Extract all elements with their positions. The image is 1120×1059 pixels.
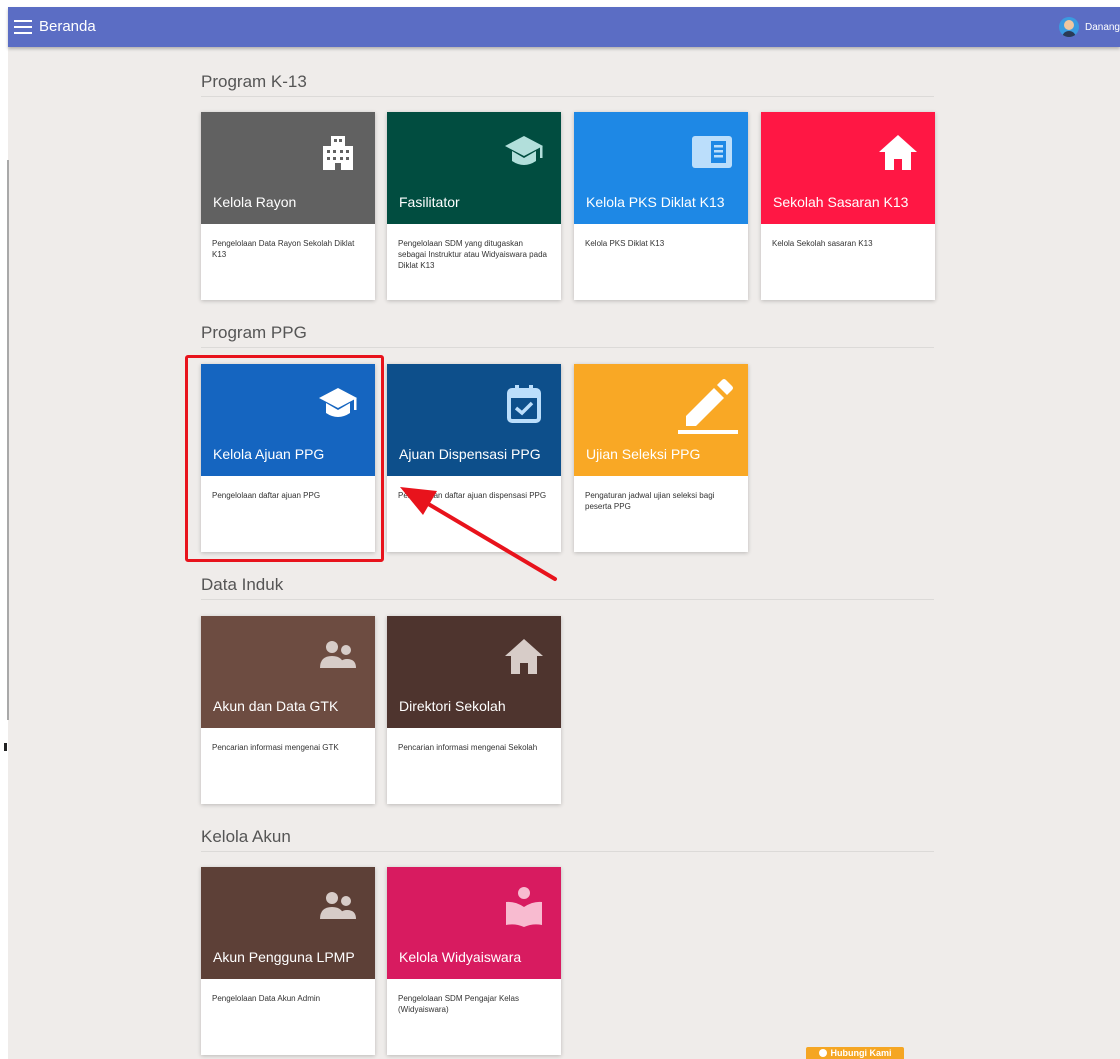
card-header: Ujian Seleksi PPG (574, 364, 748, 476)
card-description: Pengelolaan SDM yang ditugaskan sebagai … (398, 239, 547, 270)
section-title-program-ppg: Program PPG (201, 323, 307, 342)
card-header: Fasilitator (387, 112, 561, 224)
card-title: Kelola Rayon (213, 194, 297, 210)
top-app-bar: Beranda Danang (8, 7, 1120, 47)
card-title: Akun Pengguna LPMP (213, 949, 355, 965)
avatar[interactable] (1058, 17, 1079, 37)
card-description: Pencarian informasi mengenai GTK (212, 743, 339, 752)
card-description: Pencarian informasi mengenai Sekolah (398, 743, 538, 752)
building-icon (323, 136, 353, 170)
card-sekolah-sasaran[interactable]: Sekolah Sasaran K13 Kelola Sekolah sasar… (761, 112, 935, 300)
card-title: Ujian Seleksi PPG (586, 446, 701, 462)
graduation-cap-icon (505, 136, 543, 165)
page-background (8, 47, 1120, 1059)
calendar-check-icon (507, 385, 541, 423)
section-divider (201, 851, 934, 852)
user-menu[interactable]: Danang (1058, 16, 1120, 38)
home-icon (505, 639, 543, 674)
contact-button[interactable]: Hubungi Kami (806, 1047, 904, 1059)
card-description: Pengelolaan SDM Pengajar Kelas (Widyaisw… (398, 994, 519, 1014)
highlight-box (185, 355, 384, 562)
section-title-data-induk: Data Induk (201, 575, 284, 594)
card-title: Akun dan Data GTK (213, 698, 339, 714)
card-kelola-widyaiswara[interactable]: Kelola Widyaiswara Pengelolaan SDM Penga… (387, 867, 561, 1055)
card-title: Kelola Widyaiswara (399, 949, 522, 965)
document-icon (692, 136, 732, 168)
reader-icon (506, 887, 542, 927)
card-title: Kelola PKS Diklat K13 (586, 194, 725, 210)
card-header: Kelola Rayon (201, 112, 375, 224)
card-akun-pengguna-lpmp[interactable]: Akun Pengguna LPMP Pengelolaan Data Akun… (201, 867, 375, 1055)
card-description: Kelola PKS Diklat K13 (585, 239, 665, 248)
section-divider (201, 599, 934, 600)
people-icon (320, 641, 356, 668)
left-tick (4, 743, 7, 751)
left-scroll-line (7, 160, 9, 720)
card-header: Ajuan Dispensasi PPG (387, 364, 561, 476)
card-header: Akun Pengguna LPMP (201, 867, 375, 979)
card-kelola-pks[interactable]: Kelola PKS Diklat K13 Kelola PKS Diklat … (574, 112, 748, 300)
card-title: Direktori Sekolah (399, 698, 506, 714)
card-direktori-sekolah[interactable]: Direktori Sekolah Pencarian informasi me… (387, 616, 561, 804)
card-description: Kelola Sekolah sasaran K13 (772, 239, 873, 248)
card-header: Kelola Widyaiswara (387, 867, 561, 979)
card-kelola-rayon[interactable]: Kelola Rayon Pengelolaan Data Rayon Seko… (201, 112, 375, 300)
section-divider (201, 347, 934, 348)
card-title: Fasilitator (399, 194, 460, 210)
section-title-program-k13: Program K-13 (201, 72, 307, 91)
card-ujian-seleksi-ppg[interactable]: Ujian Seleksi PPG Pengaturan jadwal ujia… (574, 364, 748, 552)
page-title: Beranda (39, 18, 96, 35)
card-description: Pengelolaan Data Akun Admin (212, 994, 321, 1003)
section-title-kelola-akun: Kelola Akun (201, 827, 291, 846)
card-header: Akun dan Data GTK (201, 616, 375, 728)
card-ajuan-dispensasi-ppg[interactable]: Ajuan Dispensasi PPG Pengelolaan daftar … (387, 364, 561, 552)
people-icon (320, 892, 356, 919)
card-header: Sekolah Sasaran K13 (761, 112, 935, 224)
card-fasilitator[interactable]: Fasilitator Pengelolaan SDM yang ditugas… (387, 112, 561, 300)
card-header: Kelola PKS Diklat K13 (574, 112, 748, 224)
section-divider (201, 96, 934, 97)
card-header: Direktori Sekolah (387, 616, 561, 728)
pencil-icon (678, 379, 738, 434)
card-description: Pengelolaan Data Rayon Sekolah Diklat K1… (212, 239, 355, 259)
chat-icon (818, 1049, 827, 1057)
card-description: Pengelolaan daftar ajuan dispensasi PPG (398, 491, 547, 500)
user-name[interactable]: Danang (1085, 22, 1120, 33)
menu-icon[interactable] (14, 19, 32, 35)
card-title: Ajuan Dispensasi PPG (399, 446, 541, 462)
card-title: Sekolah Sasaran K13 (773, 194, 909, 210)
contact-label: Hubungi Kami (830, 1048, 892, 1058)
card-description: Pengaturan jadwal ujian seleksi bagi pes… (585, 491, 715, 511)
card-akun-data-gtk[interactable]: Akun dan Data GTK Pencarian informasi me… (201, 616, 375, 804)
home-icon (879, 135, 917, 170)
